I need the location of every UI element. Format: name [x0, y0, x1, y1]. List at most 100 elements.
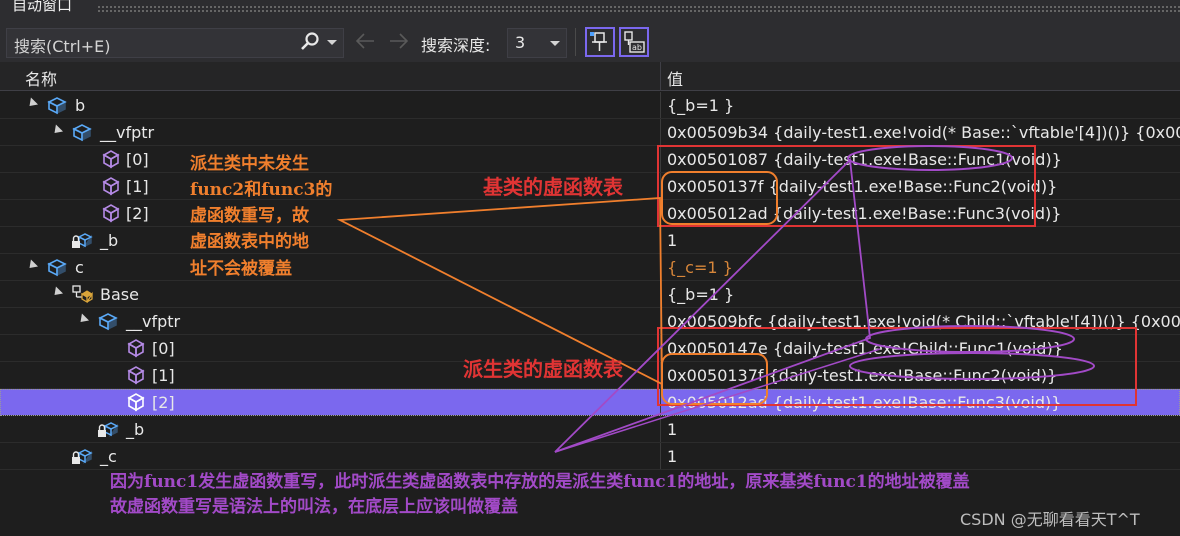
search-depth-label: 搜索深度: — [421, 36, 491, 55]
toolbar-divider — [575, 28, 576, 56]
orange-note-line-4: 虚函数表中的地 — [190, 232, 309, 252]
variable-value[interactable]: {_c=1 } — [667, 258, 733, 277]
tree-row-b[interactable]: b {_b=1 } — [0, 92, 1180, 119]
window-titlebar: 自动窗口 — [0, 0, 1180, 20]
cell-divider — [660, 119, 661, 145]
variable-name: __vfptr — [126, 312, 181, 331]
bottom-note-line-2: 故虚函数重写是语法上的叫法，在底层上应该叫做覆盖 — [110, 497, 518, 517]
raw-view-icon: ab — [624, 31, 645, 53]
variable-name: _b — [126, 420, 145, 439]
tree-row-c[interactable]: c {_c=1 } — [0, 254, 1180, 281]
toolbar: 搜索(Ctrl+E) 搜索深度: 3 ab — [0, 20, 1180, 62]
variable-value[interactable]: 0x00509bfc {daily-test1.exe!void(* Child… — [667, 312, 1180, 331]
bottom-note-line-1: 因为func1发生虚函数重写，此时派生类虚函数表中存放的是派生类func1的地址… — [110, 472, 970, 492]
cell-divider — [660, 146, 661, 172]
class-object-icon — [47, 259, 67, 277]
tree-row-vfptr-0[interactable]: [0] 0x00501087 {daily-test1.exe!Base::Fu… — [0, 146, 1180, 173]
cube-icon — [127, 393, 145, 412]
cell-divider — [660, 443, 661, 469]
cell-divider — [660, 335, 661, 361]
protected-field-lock-icon — [98, 422, 119, 437]
name-column-header[interactable]: 名称 — [25, 66, 57, 90]
search-input[interactable]: 搜索(Ctrl+E) — [6, 28, 344, 58]
variable-value[interactable]: 1 — [667, 231, 677, 250]
search-forward-arrow-icon[interactable] — [387, 29, 411, 53]
variable-value[interactable]: 0x00501087 {daily-test1.exe!Base::Func1(… — [667, 150, 1062, 169]
tree-row-base[interactable]: Base {_b=1 } — [0, 281, 1180, 308]
variable-name: [2] — [152, 393, 175, 412]
protected-field-lock-icon — [72, 233, 93, 248]
cell-divider — [660, 92, 661, 118]
variable-value[interactable]: 1 — [667, 420, 677, 439]
variable-name: [1] — [126, 177, 149, 196]
column-header: 名称 值 — [0, 62, 1180, 91]
watermark: CSDN @无聊看看天T^T — [960, 510, 1140, 529]
base-class-icon — [72, 285, 93, 304]
variable-value[interactable]: {_b=1 } — [667, 285, 734, 304]
orange-note-line-1: 派生类中未发生 — [190, 154, 309, 174]
cube-icon — [127, 366, 145, 385]
search-icon[interactable] — [299, 31, 321, 53]
variable-name: _b — [100, 231, 119, 250]
window-title: 自动窗口 — [12, 0, 73, 14]
variable-value[interactable]: 0x0050137f {daily-test1.exe!Base::Func2(… — [667, 366, 1057, 385]
class-object-icon — [98, 313, 118, 331]
expander-icon[interactable] — [50, 124, 64, 137]
variable-value[interactable]: 0x0050147e {daily-test1.exe!Child::Func1… — [667, 339, 1063, 358]
search-options-dropdown-icon[interactable] — [327, 40, 337, 45]
tree-row-c-member[interactable]: _c 1 — [0, 443, 1180, 470]
variable-value[interactable]: 1 — [667, 447, 677, 466]
cube-icon — [127, 339, 145, 358]
tree-row-vfptr-2[interactable]: [2] 0x005012ad {daily-test1.exe!Base::Fu… — [0, 200, 1180, 227]
variable-name: b — [75, 96, 86, 115]
tree-row-vfptr[interactable]: __vfptr 0x00509b34 {daily-test1.exe!void… — [0, 119, 1180, 146]
search-depth-select[interactable]: 3 — [507, 28, 567, 58]
titlebar-grip[interactable] — [97, 5, 1180, 13]
orange-note-line-3: 虚函数重写，故 — [190, 206, 309, 226]
variable-value[interactable]: {_b=1 } — [667, 96, 734, 115]
variable-name: c — [75, 258, 84, 277]
cell-divider — [660, 254, 661, 280]
pin-button[interactable] — [585, 27, 615, 57]
variable-value[interactable]: 0x005012ad {daily-test1.exe!Base::Func3(… — [667, 393, 1061, 412]
cell-divider — [660, 362, 661, 388]
class-object-icon — [47, 97, 67, 115]
show-raw-values-button[interactable]: ab — [619, 27, 649, 57]
variable-value[interactable]: 0x0050137f {daily-test1.exe!Base::Func2(… — [667, 177, 1057, 196]
orange-note-line-2: func2和func3的 — [190, 180, 333, 200]
pin-icon — [590, 32, 607, 51]
variable-name: __vfptr — [100, 123, 155, 142]
cell-divider — [660, 200, 661, 226]
variable-name: [0] — [152, 339, 175, 358]
cell-divider — [660, 389, 661, 415]
class-object-icon — [72, 124, 92, 142]
cube-icon — [102, 177, 120, 196]
cell-divider — [660, 173, 661, 199]
column-splitter[interactable] — [660, 62, 661, 90]
tree-row-b-member[interactable]: _b 1 — [0, 227, 1180, 254]
variable-name: [2] — [126, 204, 149, 223]
cell-divider — [660, 416, 661, 442]
cube-icon — [102, 204, 120, 223]
tree-row-base-b-member[interactable]: _b 1 — [0, 416, 1180, 443]
search-backward-arrow-icon[interactable] — [353, 29, 377, 53]
expander-icon[interactable] — [76, 313, 90, 326]
variable-value[interactable]: 0x00509b34 {daily-test1.exe!void(* Base:… — [667, 123, 1180, 142]
expander-icon[interactable] — [50, 286, 64, 299]
variable-value[interactable]: 0x005012ad {daily-test1.exe!Base::Func3(… — [667, 204, 1061, 223]
tree-row-child-vfptr[interactable]: __vfptr 0x00509bfc {daily-test1.exe!void… — [0, 308, 1180, 335]
svg-text:ab: ab — [632, 43, 642, 52]
base-vtable-label: 基类的虚函数表 — [483, 175, 623, 199]
expander-icon[interactable] — [25, 97, 39, 110]
tree-row-child-vfptr-2[interactable]: [2] 0x005012ad {daily-test1.exe!Base::Fu… — [0, 389, 1180, 416]
expander-icon[interactable] — [25, 259, 39, 272]
chevron-down-icon — [550, 41, 560, 46]
variable-name: [1] — [152, 366, 175, 385]
cell-divider — [660, 281, 661, 307]
cell-divider — [660, 227, 661, 253]
value-column-header[interactable]: 值 — [667, 66, 683, 90]
search-depth-value: 3 — [515, 33, 526, 52]
orange-note-line-5: 址不会被覆盖 — [190, 259, 292, 279]
variable-name: Base — [100, 285, 139, 304]
cell-divider — [660, 308, 661, 334]
